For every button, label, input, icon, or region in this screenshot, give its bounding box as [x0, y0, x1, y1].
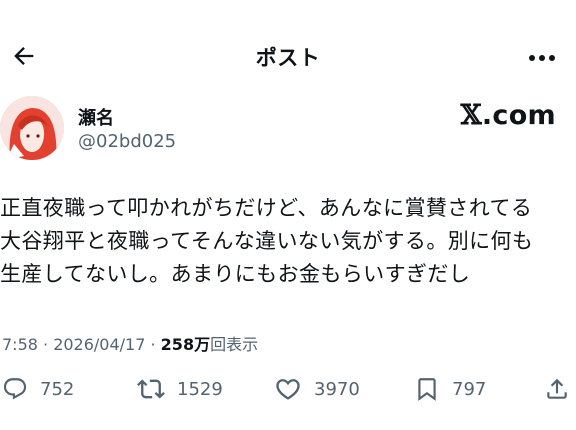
page-title: ポスト [255, 46, 321, 70]
source-logo: 𝕏.com [461, 100, 556, 131]
repost-button[interactable]: 1529 [137, 372, 223, 406]
bookmark-button[interactable]: 797 [414, 372, 486, 406]
post-meta: 7:58 · 2026/04/17 · 258万回表示 [2, 331, 258, 355]
like-count: 3970 [314, 378, 360, 400]
action-bar: 752 1529 3970 797 [0, 372, 576, 406]
repost-icon [137, 379, 165, 399]
post-text: 正直夜職って叩かれがちだけど、あんなに賞賛されてる 大谷翔平と夜職ってそんな違い… [0, 192, 572, 291]
bookmark-count: 797 [452, 378, 487, 400]
x-logo-icon: 𝕏 [460, 100, 482, 131]
top-bar: ポスト [0, 30, 576, 82]
avatar-image [0, 96, 64, 160]
post-line: 正直夜職って叩かれがちだけど、あんなに賞賛されてる [0, 196, 533, 220]
view-label: 回表示 [210, 335, 259, 354]
avatar[interactable] [0, 96, 64, 160]
bookmark-icon [418, 378, 436, 401]
author-handle[interactable]: @02bd025 [78, 131, 176, 152]
share-button[interactable] [544, 372, 570, 406]
repost-count: 1529 [177, 378, 223, 400]
author-name[interactable]: 瀬名 [78, 104, 114, 130]
view-count: 258万 [160, 335, 211, 354]
like-button[interactable]: 3970 [274, 372, 360, 406]
post-line: 生産してないし。あまりにもお金もらいすぎだし [0, 262, 471, 286]
post-line: 大谷翔平と夜職ってそんな違いない気がする。別に何も [0, 229, 534, 253]
source-site-text: .com [481, 100, 556, 131]
post-timestamp[interactable]: 7:58 · 2026/04/17 · [2, 335, 161, 354]
reply-button[interactable]: 752 [2, 372, 74, 406]
heart-icon [276, 379, 300, 400]
share-icon [547, 378, 567, 399]
reply-count: 752 [40, 378, 75, 400]
reply-icon [3, 378, 27, 400]
more-horizontal-icon[interactable] [528, 54, 556, 62]
